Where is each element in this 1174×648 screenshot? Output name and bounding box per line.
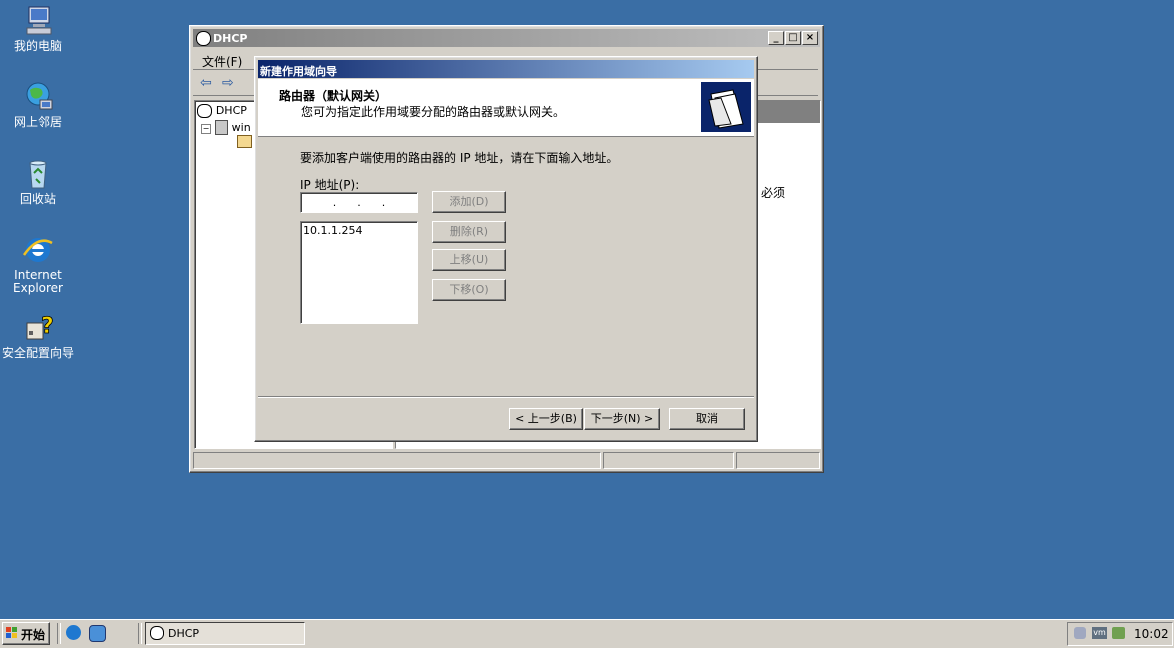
taskbar-item-dhcp[interactable]: DHCP [145,622,305,645]
server-icon [214,120,228,135]
quick-launch-divider [57,623,61,644]
security-wizard-icon: ? [21,311,55,345]
move-down-button[interactable]: 下移(O) [432,279,506,301]
tree-item-label: DHCP [215,104,247,117]
desktop-icon-label: 安全配置向导 [1,346,74,360]
dhcp-statusbar [193,451,820,469]
desktop-icon-security-wizard[interactable]: ? 安全配置向导 [0,311,76,360]
svg-text:?: ? [41,314,54,339]
wizard-header-subtitle: 您可为指定此作用域要分配的路由器或默认网关。 [301,105,566,119]
desktop-icon-recycle-bin[interactable]: 回收站 [0,157,76,206]
dhcp-task-icon [150,626,164,640]
scope-folder-icon[interactable] [237,135,252,148]
minimize-button[interactable]: _ [768,31,784,45]
taskbar-divider [138,623,142,644]
start-label: 开始 [21,628,46,642]
taskbar: 开始 DHCP vm 10:02 [0,619,1174,648]
start-button[interactable]: 开始 [2,622,50,645]
my-computer-icon [21,4,55,38]
quick-launch-ie-icon[interactable] [66,625,81,640]
add-button[interactable]: 添加(D) [432,191,506,213]
status-cell-3 [736,452,820,469]
vmware-tray-icon[interactable]: vm [1092,627,1107,639]
maximize-button[interactable]: □ [785,31,801,45]
tree-item-dhcp[interactable]: DHCP [197,103,247,118]
close-button[interactable]: × [802,31,818,45]
forward-arrow-icon[interactable]: ⇨ [222,75,234,91]
network-tray-icon[interactable] [1074,627,1086,639]
desktop-icon-ie[interactable]: Internet Explorer [0,233,76,295]
desktop-icon-label: 网上邻居 [13,115,62,129]
wizard-titlebar[interactable]: 新建作用域向导 [258,60,754,78]
wizard-instruction: 要添加客户端使用的路由器的 IP 地址，请在下面输入地址。 [300,151,619,165]
tree-item-label: win [231,121,251,134]
wizard-header: 路由器（默认网关） 您可为指定此作用域要分配的路由器或默认网关。 [258,79,754,137]
connection-tray-icon[interactable] [1112,627,1125,639]
internet-explorer-icon [21,233,55,267]
status-cell-2 [603,452,734,469]
quick-launch-desktop-icon[interactable] [89,625,106,642]
desktop-icon-my-computer[interactable]: 我的电脑 [0,4,76,53]
cancel-button[interactable]: 取消 [669,408,745,430]
wizard-folder-icon [701,82,751,132]
back-button[interactable]: < 上一步(B) [509,408,583,430]
menu-file[interactable]: 文件(F) [202,53,242,70]
desktop-icon-label: 回收站 [19,192,56,206]
desktop-icon-label: 我的电脑 [13,39,62,53]
move-up-button[interactable]: 上移(U) [432,249,506,271]
windows-logo-icon [6,627,18,639]
wizard-header-title: 路由器（默认网关） [279,89,388,103]
collapse-icon[interactable]: − [201,124,211,134]
desktop-icon-label-line2: Explorer [13,281,63,295]
remove-button[interactable]: 删除(R) [432,221,506,243]
dhcp-titlebar[interactable]: DHCP _ □ × [193,29,820,47]
tree-item-server[interactable]: − win [201,120,251,135]
wizard-title: 新建作用域向导 [260,65,337,78]
detail-text: 必须 [761,186,786,200]
system-tray: vm 10:02 [1067,622,1173,646]
wizard-divider [258,396,754,398]
dhcp-node-icon [197,103,212,118]
recycle-bin-icon [21,157,55,191]
list-item[interactable]: 10.1.1.254 [303,224,362,237]
network-places-icon [21,80,55,114]
back-arrow-icon[interactable]: ⇦ [200,75,212,91]
desktop-icon-network[interactable]: 网上邻居 [0,80,76,129]
ip-address-label: IP 地址(P): [300,178,360,192]
status-cell-1 [193,452,601,469]
taskbar-item-label: DHCP [168,627,200,640]
dhcp-window-title: DHCP [213,32,248,45]
ip-address-input[interactable]: . . . [300,192,418,213]
new-scope-wizard-dialog: 新建作用域向导 路由器（默认网关） 您可为指定此作用域要分配的路由器或默认网关。… [254,56,758,442]
dhcp-app-icon [196,31,211,46]
clock: 10:02 [1134,627,1169,641]
next-button[interactable]: 下一步(N) > [584,408,660,430]
router-list[interactable]: 10.1.1.254 [300,221,418,324]
